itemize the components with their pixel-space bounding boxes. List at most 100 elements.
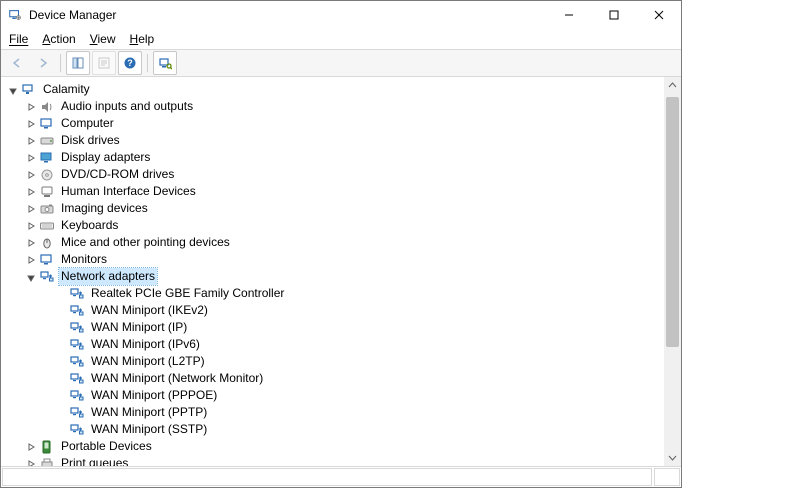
toolbar-forward-button[interactable] <box>31 51 55 75</box>
twisty-expanded-icon[interactable] <box>25 271 37 283</box>
tree-device-label: WAN Miniport (IKEv2) <box>89 302 210 319</box>
tree-device[interactable]: WAN Miniport (L2TP) <box>5 353 681 370</box>
tree-device[interactable]: Realtek PCIe GBE Family Controller <box>5 285 681 302</box>
tree-device-label: WAN Miniport (IPv6) <box>89 336 202 353</box>
maximize-button[interactable] <box>591 1 636 29</box>
tree-category[interactable]: Display adapters <box>5 149 681 166</box>
tree-category-label: Display adapters <box>59 149 152 166</box>
tree-category[interactable]: Monitors <box>5 251 681 268</box>
twisty-collapsed-icon[interactable] <box>25 441 37 453</box>
display-icon <box>39 150 55 166</box>
twisty-none <box>55 322 67 334</box>
tree-device[interactable]: WAN Miniport (PPTP) <box>5 404 681 421</box>
toolbar-show-hide-tree-button[interactable] <box>66 51 90 75</box>
twisty-collapsed-icon[interactable] <box>25 118 37 130</box>
portable-icon <box>39 439 55 455</box>
tree-category-label: Computer <box>59 115 116 132</box>
twisty-collapsed-icon[interactable] <box>25 458 37 468</box>
close-button[interactable] <box>636 1 681 29</box>
scroll-thumb[interactable] <box>666 97 679 347</box>
network-icon <box>69 337 85 353</box>
twisty-collapsed-icon[interactable] <box>25 152 37 164</box>
toolbar-separator <box>60 54 61 72</box>
device-tree[interactable]: CalamityAudio inputs and outputsComputer… <box>1 77 681 467</box>
tree-category-label: DVD/CD-ROM drives <box>59 166 176 183</box>
tree-device[interactable]: WAN Miniport (IKEv2) <box>5 302 681 319</box>
window-controls <box>546 1 681 29</box>
status-cell <box>2 468 652 486</box>
imaging-icon <box>39 201 55 217</box>
tree-category-label: Portable Devices <box>59 438 154 455</box>
twisty-collapsed-icon[interactable] <box>25 254 37 266</box>
tree-category-label: Audio inputs and outputs <box>59 98 195 115</box>
menubar: File Action View Help <box>1 29 681 50</box>
toolbar-properties-button[interactable] <box>92 51 116 75</box>
twisty-none <box>55 356 67 368</box>
tree-category[interactable]: Mice and other pointing devices <box>5 234 681 251</box>
tree-category-label: Monitors <box>59 251 109 268</box>
tree-category[interactable]: Audio inputs and outputs <box>5 98 681 115</box>
scroll-up-button[interactable] <box>664 77 681 94</box>
tree-category[interactable]: Human Interface Devices <box>5 183 681 200</box>
twisty-collapsed-icon[interactable] <box>25 237 37 249</box>
twisty-none <box>55 390 67 402</box>
tree-category-label: Print queues <box>59 455 130 467</box>
twisty-none <box>55 373 67 385</box>
tree-category[interactable]: Keyboards <box>5 217 681 234</box>
disk-icon <box>39 133 55 149</box>
toolbar-back-button[interactable] <box>5 51 29 75</box>
menu-help[interactable]: Help <box>130 32 155 46</box>
statusbar <box>1 467 681 487</box>
twisty-collapsed-icon[interactable] <box>25 186 37 198</box>
tree-device[interactable]: WAN Miniport (SSTP) <box>5 421 681 438</box>
toolbar-help-button[interactable]: ? <box>118 51 142 75</box>
svg-text:?: ? <box>127 58 133 68</box>
twisty-collapsed-icon[interactable] <box>25 220 37 232</box>
network-icon <box>69 286 85 302</box>
monitor-icon <box>39 252 55 268</box>
menu-action[interactable]: Action <box>42 32 75 46</box>
twisty-collapsed-icon[interactable] <box>25 135 37 147</box>
titlebar[interactable]: Device Manager <box>1 1 681 29</box>
computer-icon <box>21 82 37 98</box>
toolbar-scan-button[interactable] <box>153 51 177 75</box>
twisty-expanded-icon[interactable] <box>7 84 19 96</box>
status-grip <box>654 468 680 486</box>
minimize-button[interactable] <box>546 1 591 29</box>
tree-device-label: WAN Miniport (PPTP) <box>89 404 209 421</box>
hid-icon <box>39 184 55 200</box>
twisty-none <box>55 288 67 300</box>
tree-category[interactable]: Network adapters <box>5 268 681 285</box>
toolbar-separator <box>147 54 148 72</box>
tree-device[interactable]: WAN Miniport (PPPOE) <box>5 387 681 404</box>
twisty-collapsed-icon[interactable] <box>25 169 37 181</box>
audio-icon <box>39 99 55 115</box>
menu-view[interactable]: View <box>90 32 116 46</box>
tree-category-label: Disk drives <box>59 132 122 149</box>
menu-file[interactable]: File <box>9 32 28 46</box>
tree-category-label: Human Interface Devices <box>59 183 198 200</box>
tree-device[interactable]: WAN Miniport (IPv6) <box>5 336 681 353</box>
twisty-collapsed-icon[interactable] <box>25 203 37 215</box>
tree-category[interactable]: Computer <box>5 115 681 132</box>
window-title: Device Manager <box>29 8 546 22</box>
vertical-scrollbar[interactable] <box>664 77 681 466</box>
tree-pane[interactable]: CalamityAudio inputs and outputsComputer… <box>1 77 681 467</box>
twisty-none <box>55 407 67 419</box>
tree-root[interactable]: Calamity <box>5 81 681 98</box>
optical-icon <box>39 167 55 183</box>
tree-category[interactable]: Portable Devices <box>5 438 681 455</box>
tree-device[interactable]: WAN Miniport (IP) <box>5 319 681 336</box>
tree-category[interactable]: Imaging devices <box>5 200 681 217</box>
twisty-collapsed-icon[interactable] <box>25 101 37 113</box>
tree-category-label: Keyboards <box>59 217 120 234</box>
scroll-down-button[interactable] <box>664 449 681 466</box>
twisty-none <box>55 339 67 351</box>
twisty-none <box>55 424 67 436</box>
tree-device[interactable]: WAN Miniport (Network Monitor) <box>5 370 681 387</box>
tree-category[interactable]: DVD/CD-ROM drives <box>5 166 681 183</box>
tree-category[interactable]: Disk drives <box>5 132 681 149</box>
tree-device-label: Realtek PCIe GBE Family Controller <box>89 285 286 302</box>
tree-category[interactable]: Print queues <box>5 455 681 467</box>
network-icon <box>39 269 55 285</box>
